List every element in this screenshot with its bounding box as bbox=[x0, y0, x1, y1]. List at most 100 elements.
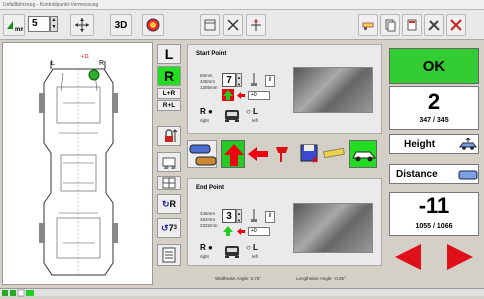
start-point-photo bbox=[293, 67, 373, 113]
close-icon[interactable] bbox=[446, 14, 466, 36]
pin-icon[interactable] bbox=[273, 144, 291, 164]
difference-detail: 1055 / 1066 bbox=[415, 223, 453, 230]
start-left-arrow-icon[interactable] bbox=[236, 91, 246, 100]
toolbar: mm 5 ▲▼ 3D bbox=[0, 10, 484, 40]
count-box: 2 347 / 345 bbox=[389, 86, 479, 130]
start-up-arrow-button[interactable] bbox=[222, 89, 234, 101]
end-dim-1: 346mm bbox=[200, 211, 216, 216]
next-arrow-button[interactable] bbox=[445, 242, 475, 272]
document-icon[interactable] bbox=[402, 14, 422, 36]
height-button[interactable]: Height bbox=[389, 134, 479, 154]
height-car-icon bbox=[459, 138, 477, 150]
count-detail: 347 / 345 bbox=[419, 117, 449, 124]
raise-up-button[interactable] bbox=[221, 140, 245, 168]
right-marker: R bbox=[99, 60, 104, 67]
point-label: +11 bbox=[81, 54, 89, 60]
start-point-title: Start Point bbox=[196, 51, 227, 57]
difference-box: -11 1055 / 1066 bbox=[389, 192, 479, 236]
start-point-number[interactable]: 7 bbox=[222, 73, 236, 87]
view-3d-label: 3D bbox=[114, 19, 128, 31]
rotate-right-button[interactable]: ↻ R bbox=[157, 194, 181, 214]
measure-tool-icon[interactable] bbox=[358, 14, 378, 36]
target-icon[interactable] bbox=[142, 14, 164, 36]
num-10-b: 10 bbox=[171, 165, 176, 170]
step-spin-input[interactable]: 5 bbox=[28, 16, 50, 32]
end-height-icon[interactable] bbox=[248, 207, 260, 223]
start-radio-l[interactable]: ○ L bbox=[246, 107, 258, 116]
end-spin-arrows[interactable]: ▲ ▼ bbox=[236, 209, 242, 223]
start-point-panel: Start Point 94mm 425mm 1305mm 7 ▲ ▼ i +0 … bbox=[187, 44, 382, 134]
end-left-arrow-icon[interactable] bbox=[236, 227, 246, 236]
difference-value: -11 bbox=[418, 193, 450, 218]
left-side-button[interactable]: L bbox=[157, 44, 181, 64]
status-bar bbox=[0, 288, 484, 297]
tools-icon[interactable] bbox=[424, 14, 444, 36]
right-side-button[interactable]: R bbox=[157, 66, 181, 86]
end-radio-r[interactable]: R ● bbox=[200, 243, 213, 252]
start-radio-r[interactable]: R ● bbox=[200, 107, 213, 116]
rotate-num2-label: 3 bbox=[173, 225, 177, 231]
widthwise-angle: Widthwise Angle: 0,76° bbox=[215, 276, 262, 281]
l-plus-r-button[interactable]: L+R bbox=[157, 88, 181, 99]
end-car-front-icon bbox=[222, 243, 242, 259]
axis-icon[interactable] bbox=[246, 14, 266, 36]
distance-car-icon bbox=[458, 170, 478, 180]
end-point-number[interactable]: 3 bbox=[222, 209, 236, 223]
distance-label: Distance bbox=[396, 169, 438, 180]
measure-point-marker[interactable] bbox=[88, 69, 100, 81]
copy-icon[interactable] bbox=[380, 14, 400, 36]
start-offset-select[interactable]: +0 bbox=[248, 91, 270, 100]
r-plus-l-button[interactable]: R+L bbox=[157, 100, 181, 111]
car-top-view[interactable]: L R +11 bbox=[2, 42, 153, 285]
rotate-left-icon: ↺ bbox=[161, 222, 169, 233]
cars-compare-icon[interactable] bbox=[187, 140, 217, 168]
grid-measure-icon[interactable] bbox=[157, 176, 181, 190]
start-height-icon[interactable] bbox=[248, 71, 260, 87]
svg-text:mm: mm bbox=[15, 27, 23, 33]
start-info-button[interactable]: i bbox=[265, 75, 275, 87]
rotate-icon: ↻ bbox=[161, 198, 170, 209]
start-dim-1: 94mm bbox=[200, 73, 213, 78]
distance-button[interactable]: Distance bbox=[389, 164, 479, 184]
rotate-number-button[interactable]: ↺ 7 3 bbox=[157, 218, 181, 238]
end-left-label: left bbox=[252, 254, 259, 259]
end-radio-l[interactable]: ○ L bbox=[246, 243, 258, 252]
start-spin-arrows[interactable]: ▲ ▼ bbox=[236, 73, 242, 87]
end-point-photo bbox=[293, 203, 373, 253]
center-crosshair-icon[interactable] bbox=[70, 14, 94, 36]
width-measure-icon[interactable]: 10 10 bbox=[157, 152, 181, 172]
action-row bbox=[187, 138, 382, 172]
ruler-icon[interactable] bbox=[323, 146, 345, 160]
window-title: Unfallfahrzeug - Kontrollpunkt-Vermessun… bbox=[0, 0, 484, 10]
start-left-label: left bbox=[252, 118, 259, 123]
previous-arrow-button[interactable] bbox=[393, 242, 423, 272]
start-right-label: right bbox=[200, 118, 209, 123]
count-value: 2 bbox=[427, 89, 441, 114]
end-point-panel: End Point 346mm 462mm 2332mm 3 ▲ ▼ i +0 R… bbox=[187, 178, 382, 266]
num-10-a: 10 bbox=[164, 165, 169, 170]
result-panel: OK 2 347 / 345 Height Distance -11 1055 … bbox=[385, 46, 480, 286]
print-report-icon[interactable] bbox=[157, 244, 181, 266]
left-marker: L bbox=[51, 60, 55, 67]
end-right-label: right bbox=[200, 254, 209, 259]
end-info-button[interactable]: i bbox=[265, 211, 275, 223]
cross-icon[interactable] bbox=[223, 14, 243, 36]
measure-step-icon[interactable]: mm bbox=[3, 14, 25, 36]
end-offset-select[interactable]: +0 bbox=[248, 227, 270, 236]
spin-arrows[interactable]: ▲ ▼ bbox=[50, 16, 58, 32]
status-ok-badge: OK bbox=[389, 48, 479, 84]
lengthwise-angle: Lengthwise Angle: -0,05° bbox=[296, 276, 346, 281]
rotate-r-label: R bbox=[169, 199, 177, 209]
height-label: Height bbox=[404, 139, 436, 150]
end-up-arrow-button[interactable] bbox=[222, 225, 234, 237]
end-dim-3: 2332mm bbox=[200, 223, 218, 228]
view-3d-button[interactable]: 3D bbox=[110, 14, 132, 36]
frame-icon[interactable] bbox=[200, 14, 220, 36]
lock-height-icon[interactable] bbox=[157, 126, 181, 146]
start-dim-2: 425mm bbox=[200, 79, 216, 84]
car-side-button[interactable] bbox=[349, 140, 377, 168]
save-disk-icon[interactable] bbox=[299, 142, 319, 164]
side-selection-column: L R L+R R+L 10 10 ↻ R ↺ 7 3 bbox=[155, 42, 185, 285]
start-dim-3: 1305mm bbox=[200, 85, 218, 90]
move-left-button[interactable] bbox=[247, 146, 269, 162]
